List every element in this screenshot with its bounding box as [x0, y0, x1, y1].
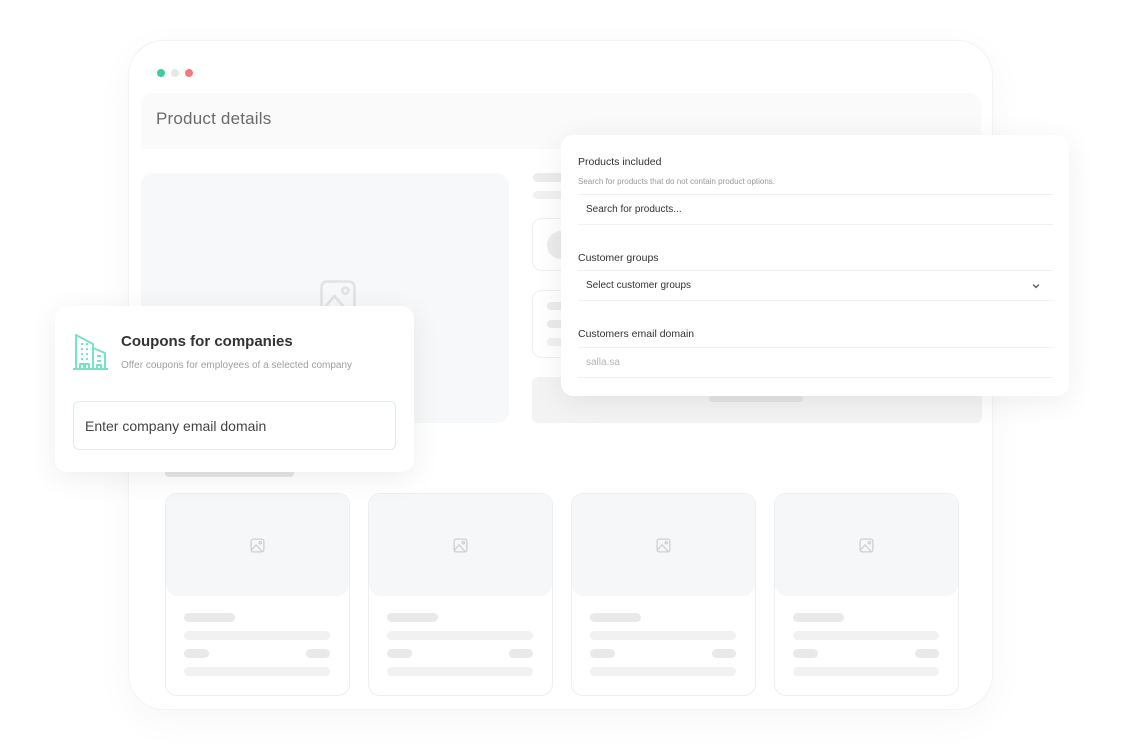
skeleton-line — [306, 649, 330, 658]
product-thumbnail — [369, 494, 552, 596]
window-dot-green[interactable] — [157, 69, 165, 77]
coupon-conditions-panel: Products included Search for products th… — [561, 135, 1069, 396]
product-thumbnail — [572, 494, 755, 596]
skeleton-line — [590, 613, 641, 622]
email-domain-label: Customers email domain — [578, 328, 695, 340]
building-icon — [73, 334, 108, 370]
products-included-hint: Search for products that do not contain … — [578, 177, 776, 186]
skeleton-line — [184, 631, 330, 640]
coupon-company-card: Coupons for companies Offer coupons for … — [55, 306, 414, 472]
image-placeholder-icon — [250, 537, 265, 553]
window-controls — [157, 69, 193, 77]
customer-groups-select[interactable]: Select customer groups — [578, 270, 1053, 301]
product-card[interactable] — [571, 493, 756, 696]
chevron-down-icon — [1032, 284, 1040, 289]
skeleton-line — [387, 649, 412, 658]
skeleton-line — [590, 649, 615, 658]
skeleton-line — [712, 649, 736, 658]
skeleton-line — [915, 649, 939, 658]
skeleton-line — [793, 613, 844, 622]
product-thumbnail — [775, 494, 958, 596]
product-card[interactable] — [774, 493, 959, 696]
skeleton-line — [387, 667, 533, 676]
skeleton-line — [184, 667, 330, 676]
product-card[interactable] — [165, 493, 350, 696]
coupon-card-title: Coupons for companies — [121, 333, 293, 350]
window-dot-gray[interactable] — [171, 69, 179, 77]
customer-groups-value: Select customer groups — [586, 280, 692, 291]
skeleton-line — [184, 649, 209, 658]
skeleton-line — [793, 649, 818, 658]
product-thumbnail — [166, 494, 349, 596]
customer-groups-label: Customer groups — [578, 252, 659, 264]
page-title: Product details — [156, 109, 272, 128]
product-card[interactable] — [368, 493, 553, 696]
skeleton-line — [184, 613, 235, 622]
window-dot-red[interactable] — [185, 69, 193, 77]
image-placeholder-icon — [859, 537, 874, 553]
email-domain-input[interactable]: salla.sa — [578, 347, 1053, 378]
products-included-label: Products included — [578, 156, 662, 168]
image-placeholder-icon — [656, 537, 671, 553]
skeleton-line — [793, 631, 939, 640]
coupon-card-subtitle: Offer coupons for employees of a selecte… — [121, 360, 353, 371]
skeleton-line — [590, 631, 736, 640]
skeleton-line — [387, 613, 438, 622]
company-email-domain-input[interactable]: Enter company email domain — [73, 401, 396, 450]
image-placeholder-icon — [453, 537, 468, 553]
skeleton-line — [387, 631, 533, 640]
product-grid — [165, 493, 959, 696]
skeleton-line — [590, 667, 736, 676]
skeleton-line — [793, 667, 939, 676]
skeleton-line — [709, 396, 803, 402]
product-search-input[interactable]: Search for products... — [578, 194, 1053, 225]
skeleton-line — [509, 649, 533, 658]
